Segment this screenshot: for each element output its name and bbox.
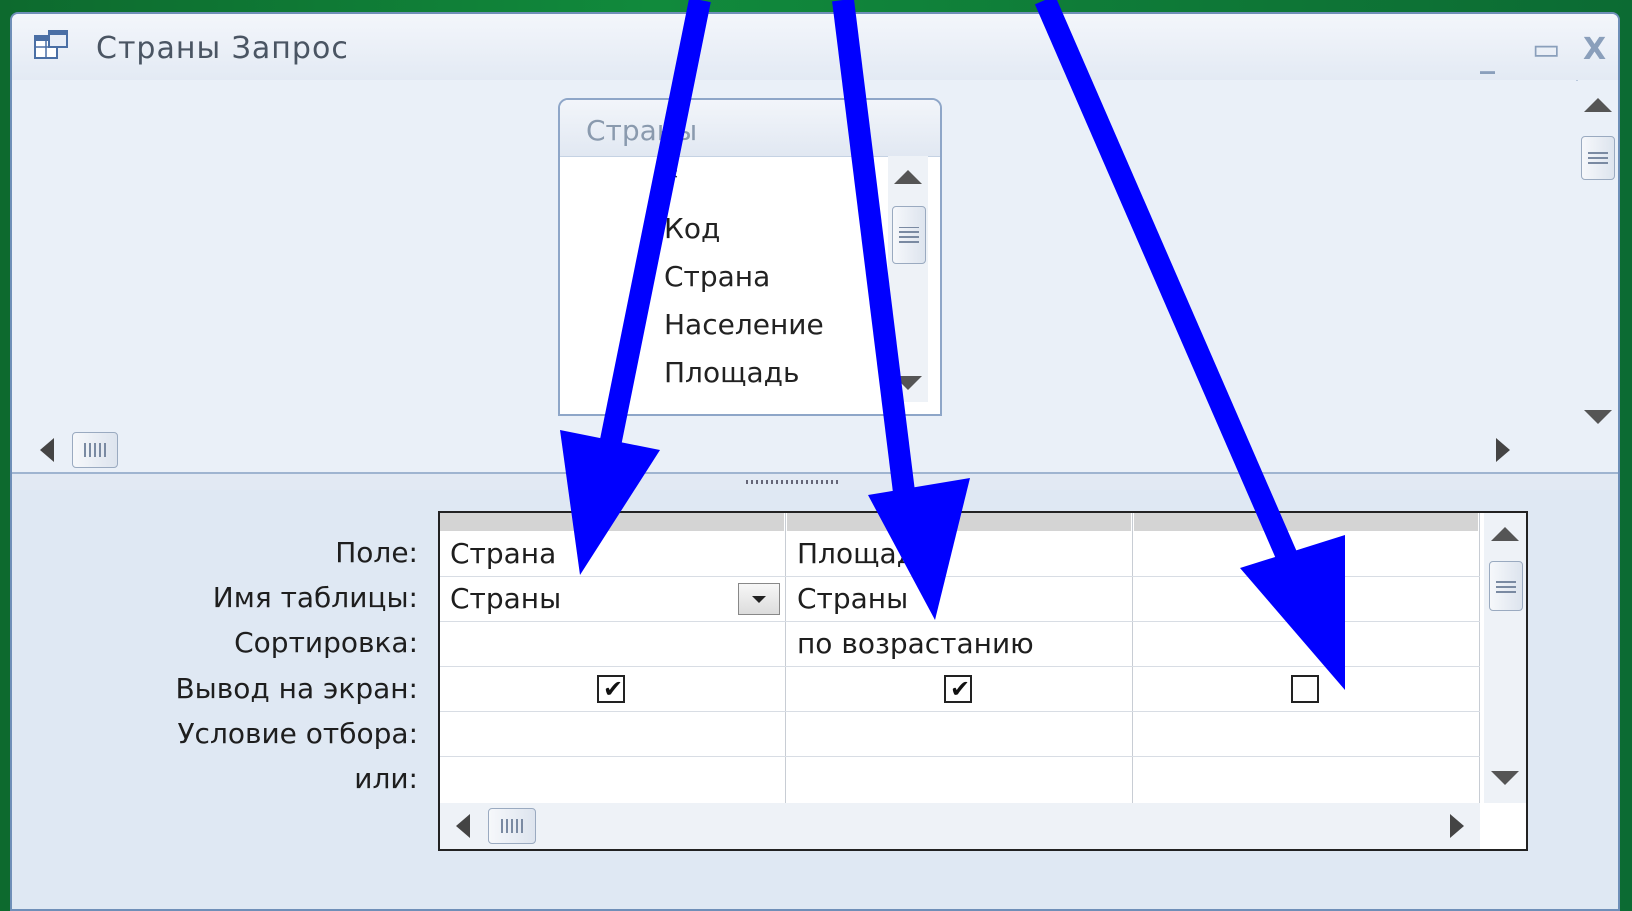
grid-cell-table[interactable]: Страны [797, 582, 908, 615]
scroll-left-arrow-icon[interactable] [40, 438, 54, 462]
table-pane-vertical-scrollbar[interactable] [1578, 80, 1618, 440]
query-design-grid: Страна Страны ✔ Площадь Страны по возрас… [438, 511, 1528, 851]
show-checkbox[interactable]: ✔ [597, 675, 625, 703]
row-label-show: Вывод на экран: [175, 672, 418, 705]
scroll-thumb[interactable] [72, 432, 118, 468]
scroll-up-arrow-icon[interactable] [1491, 527, 1519, 541]
field-list-scrollbar[interactable] [888, 156, 928, 402]
scroll-up-arrow-icon[interactable] [894, 170, 922, 184]
field-list-item-code[interactable]: Код [664, 212, 720, 245]
scroll-right-arrow-icon[interactable] [1496, 438, 1510, 462]
table-pane-horizontal-scrollbar[interactable] [12, 428, 1576, 472]
scroll-down-arrow-icon[interactable] [894, 376, 922, 390]
close-button[interactable]: X [1583, 32, 1606, 67]
row-label-table-name: Имя таблицы: [212, 581, 418, 614]
splitter-grip-icon[interactable] [746, 480, 838, 484]
row-label-criteria: Условие отбора: [177, 717, 418, 750]
scroll-down-arrow-icon[interactable] [1491, 771, 1519, 785]
grid-cell-sort[interactable]: по возрастанию [797, 627, 1034, 660]
scroll-thumb[interactable] [488, 808, 536, 844]
grid-cell-table[interactable]: Страны [450, 582, 561, 615]
field-list-item-all[interactable]: * [664, 162, 678, 195]
scroll-up-arrow-icon[interactable] [1584, 98, 1612, 112]
scroll-thumb[interactable] [892, 206, 926, 264]
show-checkbox[interactable]: ✔ [944, 675, 972, 703]
scroll-thumb[interactable] [1489, 561, 1523, 611]
scroll-right-arrow-icon[interactable] [1450, 814, 1464, 838]
minimize-button[interactable]: _ [1480, 40, 1495, 75]
field-list-item-population[interactable]: Население [664, 308, 824, 341]
grid-cell-field[interactable]: Площадь [797, 537, 932, 570]
table-field-list[interactable]: Страны * Код Страна Население Площадь [558, 98, 942, 416]
row-label-field: Поле: [335, 536, 418, 569]
check-icon: ✔ [950, 675, 971, 703]
field-list-item-country[interactable]: Страна [664, 260, 770, 293]
scroll-down-arrow-icon[interactable] [1584, 410, 1612, 424]
grid-cell-field[interactable]: Страна [450, 537, 556, 570]
query-design-window: Страны Запрос _ ▭ X Страны * Код Страна … [10, 12, 1620, 911]
title-bar: Страны Запрос _ ▭ X [12, 14, 1618, 81]
chevron-down-icon [752, 596, 766, 603]
field-list-item-area[interactable]: Площадь [664, 356, 799, 389]
scroll-thumb[interactable] [1581, 136, 1615, 180]
column-selector[interactable] [787, 513, 1131, 531]
grid-vertical-scrollbar[interactable] [1484, 513, 1526, 803]
query-design-icon [34, 30, 68, 59]
row-label-or: или: [354, 762, 418, 795]
scroll-left-arrow-icon[interactable] [456, 814, 470, 838]
table-field-list-title: Страны [586, 114, 698, 147]
grid-horizontal-scrollbar[interactable] [440, 803, 1480, 849]
maximize-button[interactable]: ▭ [1532, 32, 1560, 67]
window-title: Страны Запрос [96, 31, 349, 66]
column-selector[interactable] [1134, 513, 1478, 531]
table-dropdown-button[interactable] [738, 583, 780, 615]
column-selector[interactable] [440, 513, 784, 531]
show-checkbox[interactable] [1291, 675, 1319, 703]
check-icon: ✔ [603, 675, 624, 703]
row-label-sort: Сортировка: [234, 626, 418, 659]
